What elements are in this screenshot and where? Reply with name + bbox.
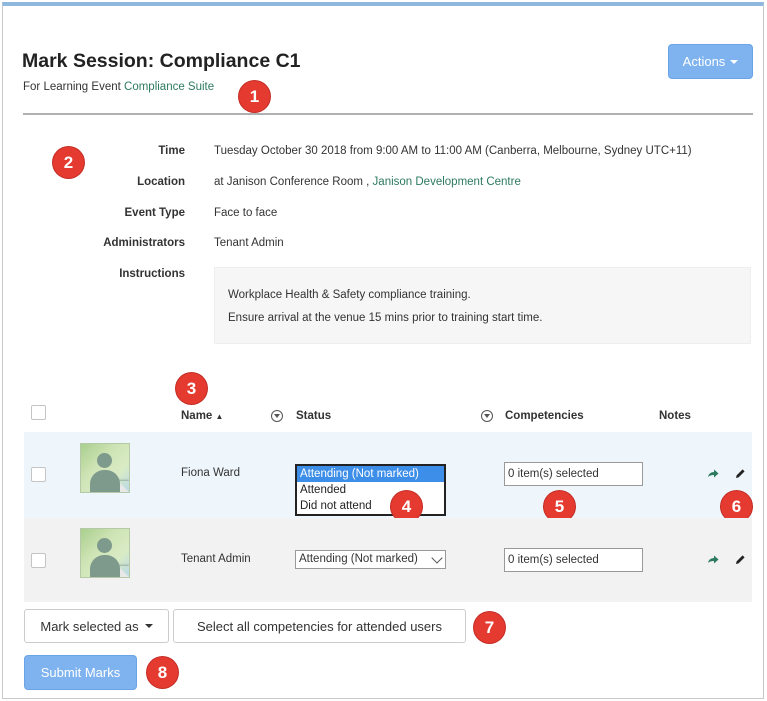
status-dropdown[interactable]: Attending (Not marked) — [295, 550, 446, 569]
callout-badge-1: 1 — [239, 81, 270, 112]
avatar — [80, 443, 130, 493]
subtitle-prefix: For Learning Event — [23, 81, 121, 93]
competencies-filter-icon[interactable] — [481, 410, 493, 422]
instructions-line-1: Workplace Health & Safety compliance tra… — [228, 289, 471, 301]
avatar — [80, 528, 130, 578]
name-header-label: Name — [181, 410, 213, 422]
sort-ascending-icon: ▲ — [215, 412, 224, 421]
competencies-select[interactable]: 0 item(s) selected — [504, 548, 643, 572]
mark-selected-as-button[interactable]: Mark selected as — [24, 609, 169, 643]
notes-column-header: Notes — [659, 410, 691, 422]
select-all-checkbox[interactable] — [31, 405, 46, 420]
location-prefix: at Janison Conference Room , — [214, 176, 370, 188]
status-filter-icon[interactable] — [271, 410, 283, 422]
actions-button[interactable]: Actions — [668, 44, 753, 79]
status-selected-value: Attending (Not marked) — [299, 553, 418, 565]
event-type-value: Face to face — [214, 207, 278, 219]
caret-down-icon — [144, 624, 153, 628]
name-column-header[interactable]: Name ▲ — [181, 410, 223, 422]
learning-event-link[interactable]: Compliance Suite — [124, 81, 214, 93]
administrators-label: Administrators — [103, 237, 185, 249]
instructions-box — [214, 267, 751, 344]
event-type-label: Event Type — [124, 207, 186, 219]
attendee-name: Tenant Admin — [181, 553, 251, 565]
competencies-select[interactable]: 0 item(s) selected — [504, 462, 643, 486]
forward-arrow-icon[interactable] — [707, 555, 719, 565]
instructions-label: Instructions — [119, 268, 185, 280]
status-option-attending[interactable]: Attending (Not marked) — [297, 466, 444, 482]
location-link[interactable]: Janison Development Centre — [373, 176, 521, 188]
location-label: Location — [137, 176, 185, 188]
header-divider — [23, 113, 753, 115]
learning-event-subtitle: For Learning Event Compliance Suite — [23, 81, 214, 93]
forward-arrow-icon[interactable] — [707, 469, 719, 479]
actions-label: Actions — [682, 54, 726, 69]
submit-marks-button[interactable]: Submit Marks — [24, 655, 137, 690]
competencies-column-header: Competencies — [505, 410, 584, 422]
status-listbox[interactable]: Attending (Not marked) Attended Did not … — [295, 464, 446, 516]
time-value: Tuesday October 30 2018 from 9:00 AM to … — [214, 145, 692, 157]
chevron-down-icon — [431, 552, 443, 564]
row-checkbox[interactable] — [31, 467, 46, 482]
callout-badge-3: 3 — [176, 373, 207, 404]
mark-selected-label: Mark selected as — [40, 618, 139, 634]
attendee-name: Fiona Ward — [181, 467, 241, 479]
page-title: Mark Session: Compliance C1 — [22, 50, 301, 72]
status-option-attended[interactable]: Attended — [297, 482, 444, 498]
location-value: at Janison Conference Room , Janison Dev… — [214, 176, 521, 188]
callout-badge-8: 8 — [147, 657, 178, 688]
administrators-link[interactable]: Tenant Admin — [214, 237, 284, 249]
row-checkbox[interactable] — [31, 553, 46, 568]
status-column-header: Status — [296, 410, 332, 422]
caret-down-icon — [730, 59, 739, 64]
pencil-icon[interactable] — [734, 554, 746, 566]
pencil-icon[interactable] — [734, 468, 746, 480]
instructions-line-2: Ensure arrival at the venue 15 mins prio… — [228, 312, 543, 324]
callout-badge-7: 7 — [474, 612, 505, 643]
time-label: Time — [158, 145, 185, 157]
select-all-competencies-button[interactable]: Select all competencies for attended use… — [173, 609, 466, 643]
